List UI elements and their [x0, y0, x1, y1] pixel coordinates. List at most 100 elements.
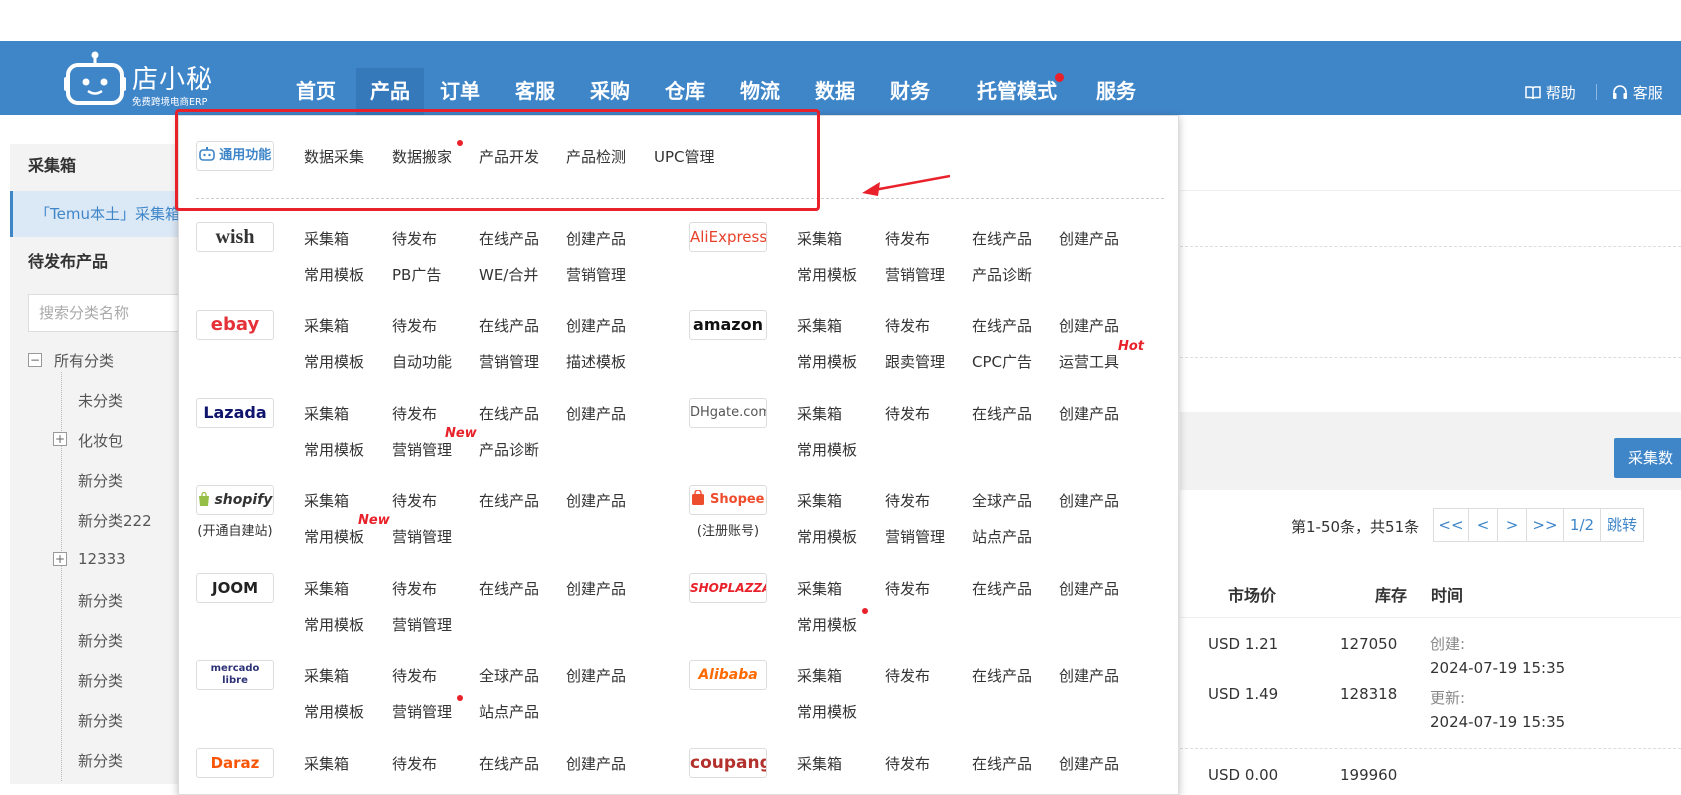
menu-item[interactable]: 待发布 [885, 753, 930, 774]
menu-item[interactable]: 常用模板 [304, 614, 364, 635]
menu-item[interactable]: 常用模板 [797, 264, 857, 285]
menu-item[interactable]: 营销管理 [392, 439, 452, 460]
menu-item[interactable]: 采集箱 [797, 578, 842, 599]
menu-item[interactable]: 常用模板 [304, 264, 364, 285]
tree-item[interactable]: 新分类 [78, 750, 123, 771]
menu-item[interactable]: CPC广告 [972, 351, 1032, 372]
menu-item[interactable]: 产品诊断 [479, 439, 539, 460]
menu-item[interactable]: 常用模板 [797, 701, 857, 722]
menu-item[interactable]: 常用模板 [304, 701, 364, 722]
service-link[interactable]: 客服 [1612, 82, 1663, 103]
nav-home[interactable]: 首页 [290, 68, 342, 115]
nav-services[interactable]: 服务 [1090, 68, 1142, 115]
menu-item[interactable]: 营销管理 [566, 264, 626, 285]
pager-jump-button[interactable]: 跳转 [1600, 508, 1644, 542]
menu-item[interactable]: 待发布 [885, 578, 930, 599]
menu-item[interactable]: 常用模板 [304, 439, 364, 460]
menu-item[interactable]: 创建产品 [1059, 665, 1119, 686]
nav-hosted-mode[interactable]: 托管模式 [976, 68, 1058, 115]
pager-prev-button[interactable]: < [1468, 508, 1498, 542]
menu-item[interactable]: 自动功能 [392, 351, 452, 372]
menu-item[interactable]: 采集箱 [797, 228, 842, 249]
menu-item[interactable]: 站点产品 [479, 701, 539, 722]
menu-item[interactable]: 常用模板 [797, 614, 857, 635]
menu-item[interactable]: 采集箱 [797, 665, 842, 686]
menu-item[interactable]: 在线产品 [479, 490, 539, 511]
menu-item[interactable]: 运营工具 [1059, 351, 1119, 372]
category-search-input[interactable]: 搜索分类名称 [28, 294, 180, 332]
nav-customer-service[interactable]: 客服 [509, 68, 561, 115]
menu-item[interactable]: 采集箱 [304, 665, 349, 686]
menu-item[interactable]: 采集箱 [797, 490, 842, 511]
pager-next-button[interactable]: > [1497, 508, 1527, 542]
menu-item[interactable]: 站点产品 [972, 526, 1032, 547]
menu-item[interactable]: 采集箱 [304, 578, 349, 599]
tree-item[interactable]: 新分类 [78, 630, 123, 651]
tree-item[interactable]: 所有分类 [54, 350, 114, 371]
menu-item[interactable]: 营销管理 [885, 526, 945, 547]
menu-item[interactable]: 待发布 [885, 403, 930, 424]
menu-item[interactable]: 采集箱 [797, 403, 842, 424]
menu-item[interactable]: 在线产品 [479, 228, 539, 249]
menu-item[interactable]: PB广告 [392, 264, 441, 285]
menu-item[interactable]: 常用模板 [797, 351, 857, 372]
menu-item[interactable]: 创建产品 [566, 490, 626, 511]
menu-item[interactable]: 常用模板 [797, 439, 857, 460]
nav-products[interactable]: 产品 [356, 68, 424, 115]
tree-item[interactable]: 12333 [78, 550, 126, 568]
menu-item[interactable]: 待发布 [392, 490, 437, 511]
menu-item[interactable]: WE/合并 [479, 264, 538, 285]
menu-item[interactable]: 创建产品 [1059, 228, 1119, 249]
menu-item[interactable]: 采集箱 [304, 315, 349, 336]
col-header-stock[interactable]: 库存 [1375, 582, 1407, 606]
menu-item[interactable]: 在线产品 [972, 315, 1032, 336]
menu-item[interactable]: 待发布 [392, 315, 437, 336]
pager-last-button[interactable]: >> [1526, 508, 1564, 542]
collect-data-button[interactable]: 采集数 [1614, 438, 1681, 478]
menu-item[interactable]: 营销管理 [885, 264, 945, 285]
menu-item[interactable]: 在线产品 [972, 228, 1032, 249]
tree-item[interactable]: 新分类222 [78, 510, 152, 531]
menu-item[interactable]: 创建产品 [566, 228, 626, 249]
menu-item[interactable]: 常用模板 [304, 351, 364, 372]
help-link[interactable]: 帮助 [1525, 82, 1576, 103]
menu-item[interactable]: 营销管理 [392, 614, 452, 635]
menu-item[interactable]: 采集箱 [304, 490, 349, 511]
menu-item[interactable]: 在线产品 [972, 578, 1032, 599]
expand-icon[interactable]: + [53, 432, 67, 446]
shopee-sub-link[interactable]: (注册账号) [683, 520, 773, 539]
tree-item[interactable]: 新分类 [78, 470, 123, 491]
menu-item[interactable]: 营销管理 [392, 526, 452, 547]
menu-item[interactable]: 待发布 [392, 578, 437, 599]
col-header-time[interactable]: 时间 [1431, 582, 1463, 606]
collapse-icon[interactable]: − [28, 353, 42, 367]
shopify-sub-link[interactable]: (开通自建站) [190, 520, 280, 539]
tree-item[interactable]: 新分类 [78, 590, 123, 611]
menu-item[interactable]: 跟卖管理 [885, 351, 945, 372]
menu-item[interactable]: 全球产品 [972, 490, 1032, 511]
nav-finance[interactable]: 财务 [884, 68, 936, 115]
menu-item[interactable]: 在线产品 [479, 403, 539, 424]
pager-page-indicator[interactable]: 1/2 [1563, 508, 1601, 542]
menu-item[interactable]: 待发布 [885, 490, 930, 511]
menu-item[interactable]: 在线产品 [972, 403, 1032, 424]
menu-item[interactable]: 常用模板 [304, 526, 364, 547]
tree-item[interactable]: 新分类 [78, 670, 123, 691]
menu-item[interactable]: 采集箱 [304, 403, 349, 424]
sidebar-section-pending[interactable]: 待发布产品 [10, 240, 180, 284]
menu-item[interactable]: 在线产品 [972, 665, 1032, 686]
menu-item[interactable]: 创建产品 [1059, 578, 1119, 599]
tree-item[interactable]: 未分类 [78, 390, 123, 411]
menu-item[interactable]: 创建产品 [566, 665, 626, 686]
menu-item[interactable]: 全球产品 [479, 665, 539, 686]
menu-item[interactable]: 营销管理 [392, 701, 452, 722]
menu-item[interactable]: 待发布 [885, 665, 930, 686]
col-header-market-price[interactable]: 市场价 [1228, 582, 1276, 606]
pager-first-button[interactable]: << [1433, 508, 1469, 542]
menu-item[interactable]: 采集箱 [304, 228, 349, 249]
menu-item[interactable]: 采集箱 [797, 753, 842, 774]
menu-item[interactable]: 待发布 [392, 403, 437, 424]
expand-icon[interactable]: + [53, 552, 67, 566]
menu-item[interactable]: 创建产品 [1059, 315, 1119, 336]
menu-item[interactable]: 在线产品 [479, 753, 539, 774]
